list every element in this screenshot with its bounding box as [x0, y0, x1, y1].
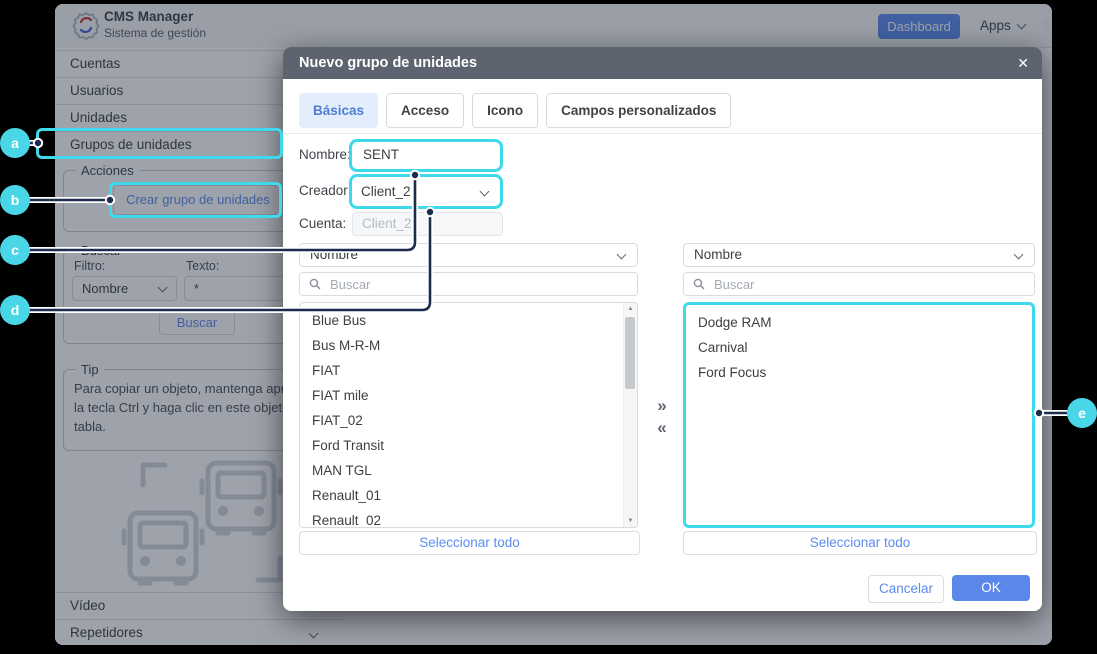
- cuenta-label: Cuenta:: [299, 216, 346, 231]
- list-item[interactable]: Carnival: [686, 335, 1032, 360]
- list-item[interactable]: FIAT: [300, 358, 637, 383]
- close-icon[interactable]: ✕: [1017, 47, 1029, 79]
- callout-d: d: [0, 295, 30, 325]
- left-sort-select[interactable]: Nombre: [299, 243, 638, 267]
- select-all-right-button[interactable]: Seleccionar todo: [683, 531, 1037, 555]
- list-item[interactable]: Renault_01: [300, 483, 637, 508]
- highlight-crear-grupo-button: [109, 182, 282, 218]
- scroll-down-icon[interactable]: ▼: [624, 518, 637, 524]
- search-icon: [309, 278, 321, 290]
- selected-units-list: Dodge RAMCarnivalFord Focus: [683, 302, 1035, 528]
- left-search-input[interactable]: [328, 276, 602, 293]
- list-item[interactable]: Ford Transit: [300, 433, 637, 458]
- modal-header: Nuevo grupo de unidades ✕: [283, 47, 1042, 79]
- search-icon: [693, 278, 705, 290]
- cuenta-input-disabled: Client_2: [352, 212, 503, 236]
- highlight-grupos-de-unidades: [36, 128, 283, 159]
- list-item[interactable]: MAN TGL: [300, 458, 637, 483]
- left-search-box: [299, 272, 638, 296]
- move-right-icon[interactable]: »: [645, 395, 679, 417]
- list-item[interactable]: Blue Bus: [300, 308, 637, 333]
- nombre-field-highlight: [349, 139, 503, 172]
- callout-b: b: [0, 185, 30, 215]
- tab-basicas[interactable]: Básicas: [299, 93, 378, 128]
- scrollbar-thumb[interactable]: [625, 317, 635, 389]
- modal-tabs: Básicas Acceso Icono Campos personalizad…: [299, 93, 731, 128]
- callout-c: c: [0, 235, 30, 265]
- tab-acceso[interactable]: Acceso: [386, 93, 464, 128]
- tabs-divider: [283, 133, 1042, 134]
- scroll-up-icon[interactable]: ▲: [624, 306, 637, 312]
- right-sort-select[interactable]: Nombre: [683, 243, 1035, 267]
- cancel-button[interactable]: Cancelar: [868, 575, 944, 603]
- new-unit-group-modal: Nuevo grupo de unidades ✕ Básicas Acceso…: [283, 47, 1042, 611]
- right-search-input[interactable]: [712, 276, 996, 293]
- tab-icono[interactable]: Icono: [472, 93, 538, 128]
- callout-e: e: [1067, 398, 1097, 428]
- selected-units-panel: Nombre Dodge RAMCarnivalFord Focus: [683, 243, 1035, 528]
- available-units-panel: Nombre Blue BusBus M-R-MFIATFIAT mileFIA…: [299, 243, 638, 528]
- tab-campos-personalizados[interactable]: Campos personalizados: [546, 93, 731, 128]
- callout-a: a: [0, 128, 30, 158]
- move-left-icon[interactable]: «: [645, 417, 679, 439]
- list-item[interactable]: FIAT mile: [300, 383, 637, 408]
- list-item[interactable]: Bus M-R-M: [300, 333, 637, 358]
- right-search-box: [683, 272, 1035, 296]
- creador-label: Creador:: [299, 183, 352, 198]
- list-item[interactable]: Renault_02: [300, 508, 637, 528]
- screenshot-stage: CMS Manager Sistema de gestión Dashboard…: [0, 0, 1097, 654]
- list-item[interactable]: Ford Focus: [686, 360, 1032, 385]
- nombre-input[interactable]: [361, 146, 485, 163]
- available-units-list: Blue BusBus M-R-MFIATFIAT mileFIAT_02For…: [299, 302, 638, 528]
- list-scrollbar[interactable]: ▲ ▼: [623, 303, 637, 527]
- list-item[interactable]: Dodge RAM: [686, 310, 1032, 335]
- modal-title: Nuevo grupo de unidades: [299, 47, 477, 79]
- creador-select[interactable]: Client_2: [349, 174, 503, 209]
- list-item[interactable]: FIAT_02: [300, 408, 637, 433]
- select-all-left-button[interactable]: Seleccionar todo: [299, 531, 640, 555]
- transfer-controls: » «: [645, 395, 679, 439]
- ok-button[interactable]: OK: [952, 575, 1030, 601]
